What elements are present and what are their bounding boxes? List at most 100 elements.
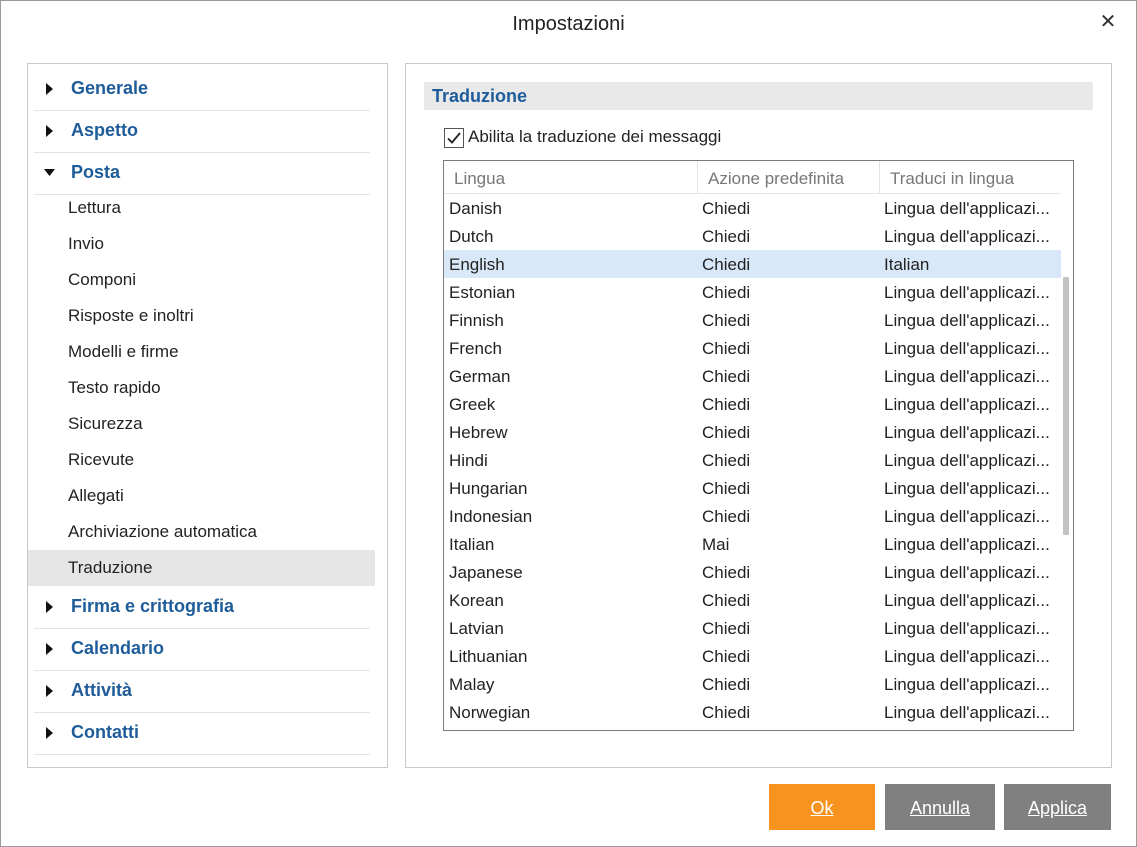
table-row[interactable]: Korean Chiedi Lingua dell'applicazi... (444, 586, 1061, 614)
nav-item-testo-rapido[interactable]: Testo rapido (28, 370, 375, 406)
cancel-button[interactable]: Annulla (885, 784, 995, 830)
nav-item-allegati[interactable]: Allegati (28, 478, 375, 514)
checkmark-icon (447, 132, 461, 144)
triangle-right-icon[interactable] (44, 726, 56, 740)
nav-category-firma-e-crittografia[interactable]: Firma e crittografia (34, 588, 370, 629)
cell-default-action: Chiedi (702, 647, 751, 666)
ok-button[interactable]: Ok (769, 784, 875, 830)
triangle-right-icon[interactable] (44, 124, 56, 138)
cell-default-action: Chiedi (702, 563, 751, 582)
table-row[interactable]: Dutch Chiedi Lingua dell'applicazi... (444, 222, 1061, 250)
nav-item-modelli-e-firme[interactable]: Modelli e firme (28, 334, 375, 370)
cell-language: Korean (449, 591, 504, 610)
table-row[interactable]: Danish Chiedi Lingua dell'applicazi... (444, 194, 1061, 222)
table-row[interactable]: Hindi Chiedi Lingua dell'applicazi... (444, 446, 1061, 474)
cell-translate-to: Lingua dell'applicazi... (884, 339, 1050, 358)
checkbox-box[interactable] (444, 128, 464, 148)
triangle-right-icon[interactable] (44, 642, 56, 656)
cell-default-action: Chiedi (702, 591, 751, 610)
nav-item-componi[interactable]: Componi (28, 262, 375, 298)
cell-default-action: Chiedi (702, 255, 751, 274)
cell-default-action: Mai (702, 535, 730, 554)
table-row[interactable]: Lithuanian Chiedi Lingua dell'applicazi... (444, 642, 1061, 670)
nav-item-label: Archiviazione automatica (68, 522, 257, 541)
table-row[interactable]: Finnish Chiedi Lingua dell'applicazi... (444, 306, 1061, 334)
nav-category-contatti[interactable]: Contatti (34, 714, 370, 755)
nav-item-label: Lettura (68, 198, 121, 217)
cell-translate-to: Lingua dell'applicazi... (884, 199, 1050, 218)
nav-category-label: Contatti (71, 722, 139, 742)
nav-item-sicurezza[interactable]: Sicurezza (28, 406, 375, 442)
cell-translate-to: Italian (884, 255, 930, 274)
cell-default-action: Chiedi (702, 367, 751, 386)
table-scrollbar[interactable] (1063, 277, 1069, 535)
table-row[interactable]: Hebrew Chiedi Lingua dell'applicazi... (444, 418, 1061, 446)
cell-default-action: Chiedi (702, 703, 751, 722)
cell-language: Hungarian (449, 479, 528, 498)
cell-translate-to: Lingua dell'applicazi... (884, 647, 1050, 666)
nav-item-label: Invio (68, 234, 104, 253)
cell-translate-to: Lingua dell'applicazi... (884, 703, 1050, 722)
nav-category-label: Posta (71, 162, 121, 182)
cell-translate-to: Lingua dell'applicazi... (884, 367, 1050, 386)
triangle-down-icon[interactable] (44, 166, 56, 180)
cell-translate-to: Lingua dell'applicazi... (884, 283, 1050, 302)
nav-item-ricevute[interactable]: Ricevute (28, 442, 375, 478)
nav-item-risposte-e-inoltri[interactable]: Risposte e inoltri (28, 298, 375, 334)
table-row[interactable]: English Chiedi Italian (444, 250, 1061, 278)
table-row[interactable]: Hungarian Chiedi Lingua dell'applicazi... (444, 474, 1061, 502)
nav-category-generale[interactable]: Generale (34, 70, 370, 111)
cell-language: Greek (449, 395, 496, 414)
nav-item-label: Traduzione (68, 558, 153, 577)
table-row[interactable]: Latvian Chiedi Lingua dell'applicazi... (444, 614, 1061, 642)
cell-language: Finnish (449, 311, 504, 330)
nav-item-traduzione[interactable]: Traduzione (28, 550, 375, 586)
table-row[interactable]: Greek Chiedi Lingua dell'applicazi... (444, 390, 1061, 418)
table-row[interactable]: Estonian Chiedi Lingua dell'applicazi... (444, 278, 1061, 306)
cell-default-action: Chiedi (702, 395, 751, 414)
nav-item-label: Ricevute (68, 450, 135, 469)
close-icon[interactable]: ✕ (1098, 11, 1118, 33)
cell-translate-to: Lingua dell'applicazi... (884, 227, 1050, 246)
table-row[interactable]: Indonesian Chiedi Lingua dell'applicazi... (444, 502, 1061, 530)
cell-translate-to: Lingua dell'applicazi... (884, 591, 1050, 610)
cell-language: Japanese (449, 563, 523, 582)
apply-button[interactable]: Applica (1004, 784, 1111, 830)
cell-language: Lithuanian (449, 647, 528, 666)
table-row[interactable]: Japanese Chiedi Lingua dell'applicazi... (444, 558, 1061, 586)
triangle-right-icon[interactable] (44, 600, 56, 614)
table-row[interactable]: Italian Mai Lingua dell'applicazi... (444, 530, 1061, 558)
translation-panel: Traduzione Abilita la traduzione dei mes… (405, 63, 1112, 768)
nav-category-posta[interactable]: Posta (34, 154, 370, 195)
column-header-translate-to[interactable]: Traduci in lingua (879, 161, 1061, 193)
language-table: Lingua Azione predefinita Traduci in lin… (443, 160, 1074, 731)
cell-default-action: Chiedi (702, 283, 751, 302)
nav-item-lettura[interactable]: Lettura (28, 190, 375, 226)
table-row[interactable]: Malay Chiedi Lingua dell'applicazi... (444, 670, 1061, 698)
cell-language: English (449, 255, 505, 274)
cell-language: Norwegian (449, 703, 531, 722)
column-header-default-action[interactable]: Azione predefinita (697, 161, 879, 193)
nav-item-label: Sicurezza (68, 414, 143, 433)
nav-category-label: Firma e crittografia (71, 596, 235, 616)
column-header-language[interactable]: Lingua (444, 161, 697, 193)
table-row[interactable]: Norwegian Chiedi Lingua dell'applicazi... (444, 698, 1061, 726)
table-header: Lingua Azione predefinita Traduci in lin… (444, 161, 1061, 194)
cell-default-action: Chiedi (702, 227, 751, 246)
nav-item-invio[interactable]: Invio (28, 226, 375, 262)
nav-category-attivita[interactable]: Attività (34, 672, 370, 713)
cell-language: Estonian (449, 283, 516, 302)
table-row[interactable]: French Chiedi Lingua dell'applicazi... (444, 334, 1061, 362)
nav-category-aspetto[interactable]: Aspetto (34, 112, 370, 153)
triangle-right-icon[interactable] (44, 684, 56, 698)
cell-default-action: Chiedi (702, 311, 751, 330)
nav-category-calendario[interactable]: Calendario (34, 630, 370, 671)
nav-category-label: Calendario (71, 638, 165, 658)
cell-default-action: Chiedi (702, 675, 751, 694)
cell-language: Malay (449, 675, 495, 694)
nav-item-archiviazione-automatica[interactable]: Archiviazione automatica (28, 514, 375, 550)
cell-language: French (449, 339, 502, 358)
cell-translate-to: Lingua dell'applicazi... (884, 451, 1050, 470)
table-row[interactable]: German Chiedi Lingua dell'applicazi... (444, 362, 1061, 390)
triangle-right-icon[interactable] (44, 82, 56, 96)
